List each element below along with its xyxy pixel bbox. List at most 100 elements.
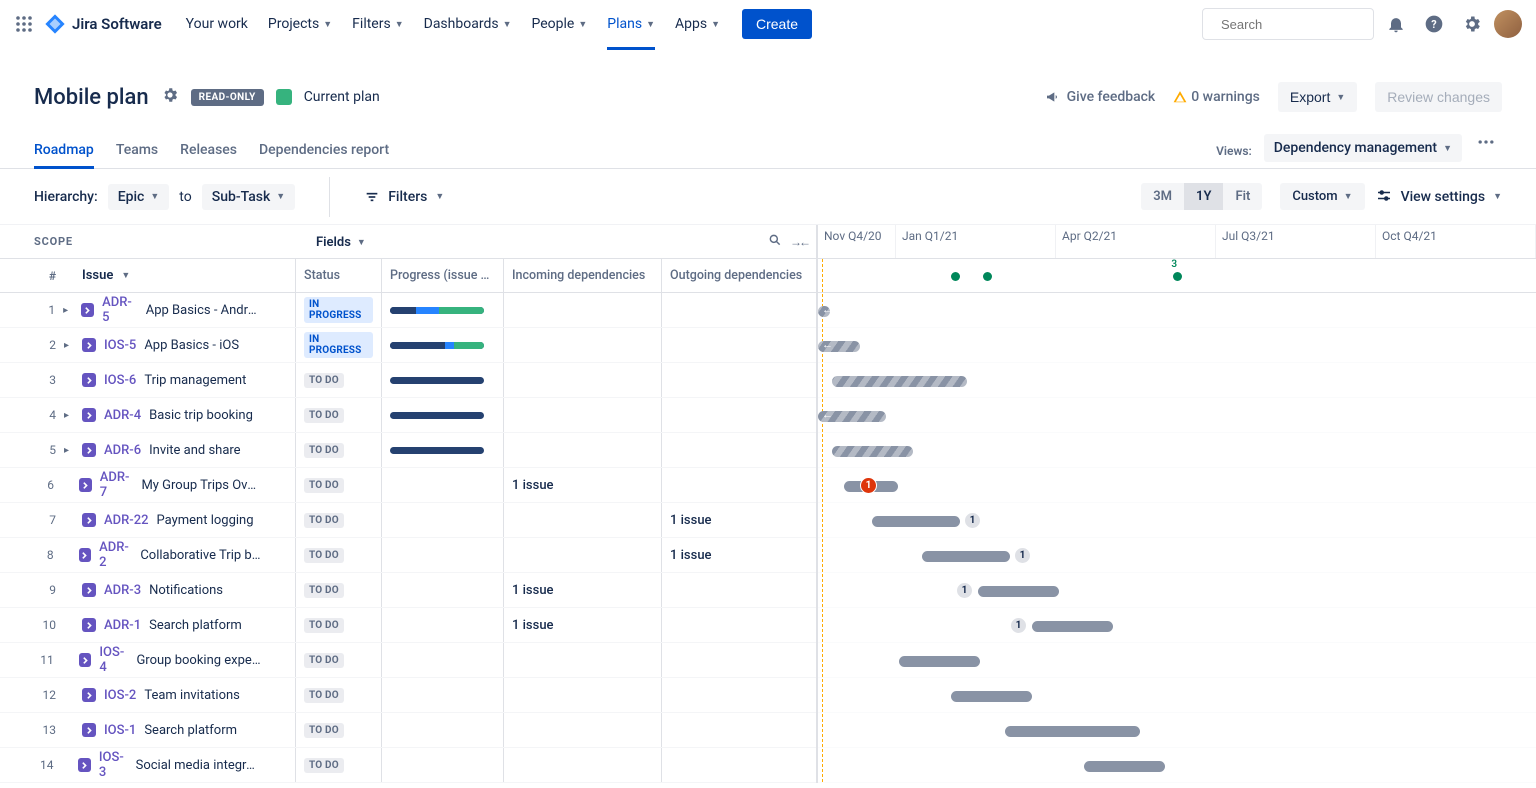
column-outgoing[interactable]: Outgoing dependencies — [662, 259, 816, 292]
hierarchy-from-select[interactable]: Epic▼ — [108, 184, 170, 210]
table-row[interactable]: 14IOS-3Social media integratio…TO DO — [0, 748, 816, 783]
give-feedback-link[interactable]: Give feedback — [1045, 89, 1156, 105]
dependency-badge[interactable]: 1 — [956, 582, 973, 599]
column-status[interactable]: Status — [296, 259, 382, 292]
plan-settings-icon[interactable] — [161, 86, 179, 108]
dependency-badge[interactable]: 1 — [1010, 617, 1027, 634]
progress-bar — [390, 377, 484, 384]
nav-item-apps[interactable]: Apps▼ — [665, 10, 730, 38]
collapse-columns-icon[interactable]: → ← — [790, 225, 808, 259]
incoming-dep[interactable]: 1 issue — [512, 478, 554, 493]
scenario-name[interactable]: Current plan — [304, 89, 380, 105]
views-select[interactable]: Dependency management ▼ — [1264, 134, 1462, 162]
table-row[interactable]: 3IOS-6Trip managementTO DO — [0, 363, 816, 398]
notifications-icon[interactable] — [1380, 8, 1412, 40]
issue-key[interactable]: ADR-5 — [102, 295, 138, 325]
gantt-bar[interactable] — [1032, 621, 1113, 632]
global-search[interactable] — [1202, 8, 1374, 40]
gantt-bar[interactable] — [872, 516, 960, 527]
gantt-bar[interactable] — [951, 691, 1032, 702]
expand-toggle[interactable]: ▸ — [64, 340, 74, 351]
gantt-bar[interactable] — [899, 656, 980, 667]
table-row[interactable]: 12IOS-2Team invitationsTO DO — [0, 678, 816, 713]
column-progress[interactable]: Progress (issue … — [382, 259, 504, 292]
product-logo[interactable]: Jira Software — [44, 13, 162, 35]
nav-item-filters[interactable]: Filters▼ — [342, 10, 413, 38]
table-row[interactable]: 6ADR-7My Group Trips Overv…TO DO1 issue — [0, 468, 816, 503]
outgoing-dep[interactable]: 1 issue — [670, 548, 712, 563]
tab-teams[interactable]: Teams — [116, 134, 158, 168]
nav-item-people[interactable]: People▼ — [521, 10, 597, 38]
incoming-dep[interactable]: 1 issue — [512, 583, 554, 598]
table-row[interactable]: 2▸IOS-5App Basics - iOSIN PROGRESS — [0, 328, 816, 363]
table-row[interactable]: 10ADR-1Search platformTO DO1 issue — [0, 608, 816, 643]
tab-roadmap[interactable]: Roadmap — [34, 134, 94, 169]
expand-toggle[interactable]: ▸ — [64, 445, 74, 456]
user-avatar[interactable] — [1494, 10, 1522, 38]
fields-dropdown[interactable]: Fields▼ — [316, 225, 366, 259]
gantt-bar[interactable] — [832, 446, 913, 457]
table-row[interactable]: 13IOS-1Search platformTO DO — [0, 713, 816, 748]
create-button[interactable]: Create — [742, 9, 812, 39]
outgoing-dep[interactable]: 1 issue — [670, 513, 712, 528]
issue-key[interactable]: IOS-6 — [104, 373, 136, 388]
column-issue[interactable]: Issue — [82, 268, 113, 283]
table-row[interactable]: 7ADR-22Payment loggingTO DO1 issue — [0, 503, 816, 538]
nav-item-projects[interactable]: Projects▼ — [258, 10, 342, 38]
issue-key[interactable]: ADR-1 — [104, 618, 141, 633]
settings-icon[interactable] — [1456, 8, 1488, 40]
chevron-down-icon[interactable]: ▼ — [121, 270, 130, 281]
search-scope-icon[interactable] — [768, 233, 782, 250]
table-row[interactable]: 1▸ADR-5App Basics - AndroidIN PROGRESS — [0, 293, 816, 328]
warnings-indicator[interactable]: 0 warnings — [1173, 89, 1260, 105]
column-incoming[interactable]: Incoming dependencies — [504, 259, 662, 292]
table-row[interactable]: 11IOS-4Group booking experie…TO DO — [0, 643, 816, 678]
app-switcher-icon[interactable] — [14, 14, 34, 34]
nav-item-plans[interactable]: Plans▼ — [597, 10, 665, 38]
table-row[interactable]: 5▸ADR-6Invite and shareTO DO — [0, 433, 816, 468]
issue-key[interactable]: ADR-22 — [104, 513, 148, 528]
view-settings-button[interactable]: View settings ▼ — [1375, 188, 1502, 206]
issue-key[interactable]: IOS-3 — [99, 750, 128, 780]
release-marker[interactable] — [983, 272, 992, 281]
zoom-fit[interactable]: Fit — [1223, 183, 1262, 210]
hierarchy-to-select[interactable]: Sub-Task▼ — [202, 184, 295, 210]
dependency-badge[interactable]: 1 — [1014, 547, 1031, 564]
export-button[interactable]: Export ▼ — [1278, 82, 1357, 112]
tab-dependencies-report[interactable]: Dependencies report — [259, 134, 389, 168]
dependency-badge[interactable]: 1 — [860, 477, 877, 494]
gantt-bar[interactable] — [832, 376, 967, 387]
help-icon[interactable]: ? — [1418, 8, 1450, 40]
zoom-3m[interactable]: 3M — [1141, 183, 1184, 210]
issue-key[interactable]: IOS-4 — [99, 645, 128, 675]
gantt-bar[interactable] — [1005, 726, 1140, 737]
tab-releases[interactable]: Releases — [180, 134, 237, 168]
release-marker[interactable] — [951, 272, 960, 281]
zoom-custom[interactable]: Custom▼ — [1280, 183, 1364, 210]
issue-key[interactable]: ADR-7 — [100, 470, 134, 500]
gantt-bar[interactable] — [1084, 761, 1165, 772]
expand-toggle[interactable]: ▸ — [64, 410, 74, 421]
table-row[interactable]: 8ADR-2Collaborative Trip boo…TO DO1 issu… — [0, 538, 816, 573]
gantt-bar[interactable] — [922, 551, 1010, 562]
issue-key[interactable]: ADR-4 — [104, 408, 141, 423]
table-row[interactable]: 4▸ADR-4Basic trip bookingTO DO — [0, 398, 816, 433]
issue-key[interactable]: ADR-6 — [104, 443, 141, 458]
search-input[interactable] — [1219, 16, 1399, 33]
nav-item-your-work[interactable]: Your work — [176, 10, 258, 38]
filters-button[interactable]: Filters ▼ — [364, 189, 444, 205]
issue-key[interactable]: ADR-2 — [99, 540, 132, 570]
issue-key[interactable]: IOS-2 — [104, 688, 136, 703]
dependency-badge[interactable]: 1 — [964, 512, 981, 529]
expand-toggle[interactable]: ▸ — [63, 305, 73, 316]
zoom-1y[interactable]: 1Y — [1184, 183, 1223, 210]
issue-key[interactable]: IOS-1 — [104, 723, 136, 738]
table-row[interactable]: 9ADR-3NotificationsTO DO1 issue — [0, 573, 816, 608]
nav-item-dashboards[interactable]: Dashboards▼ — [414, 10, 522, 38]
more-menu-icon[interactable] — [1470, 126, 1502, 162]
incoming-dep[interactable]: 1 issue — [512, 618, 554, 633]
issue-key[interactable]: ADR-3 — [104, 583, 141, 598]
gantt-bar[interactable] — [978, 586, 1059, 597]
issue-key[interactable]: IOS-5 — [104, 338, 136, 353]
release-marker[interactable] — [1173, 272, 1182, 281]
